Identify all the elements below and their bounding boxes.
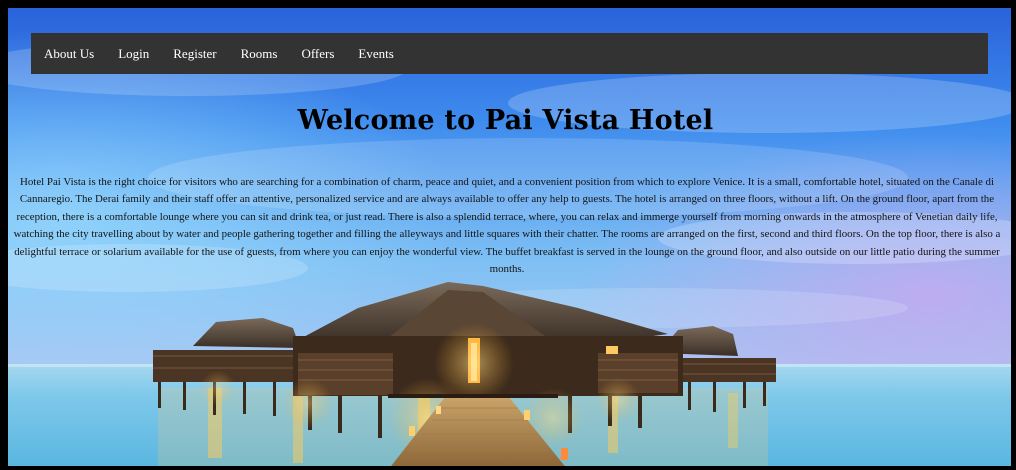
nav-link-rooms[interactable]: Rooms bbox=[229, 33, 290, 74]
page-frame: About Us Login Register Rooms Offers Eve… bbox=[0, 0, 1016, 470]
top-navbar: About Us Login Register Rooms Offers Eve… bbox=[31, 33, 988, 74]
nav-link-events[interactable]: Events bbox=[346, 33, 405, 74]
nav-link-offers[interactable]: Offers bbox=[289, 33, 346, 74]
nav-link-about-us[interactable]: About Us bbox=[34, 33, 106, 74]
hotel-description: Hotel Pai Vista is the right choice for … bbox=[13, 176, 1001, 276]
nav-link-register[interactable]: Register bbox=[161, 33, 228, 74]
page-title: Welcome to Pai Vista Hotel bbox=[297, 105, 714, 136]
nav-link-login[interactable]: Login bbox=[106, 33, 161, 74]
